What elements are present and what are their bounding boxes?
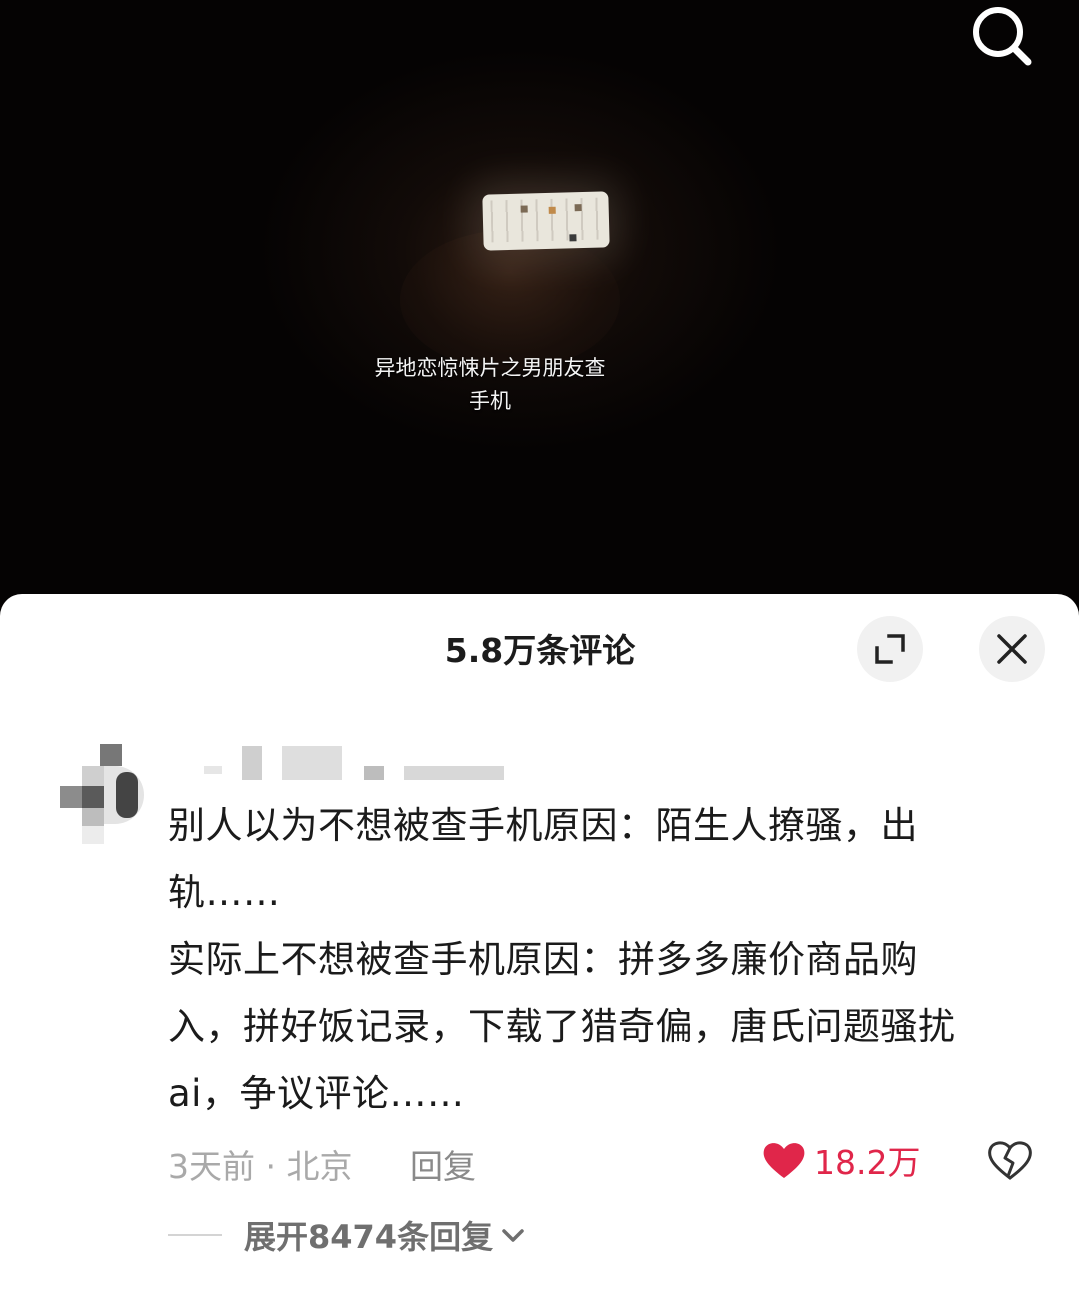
video-phone-screen: [482, 191, 610, 251]
search-button[interactable]: [966, 0, 1038, 72]
expand-replies-button[interactable]: 展开8474条回复: [168, 1212, 527, 1258]
comments-count-title: 5.8万条评论: [444, 631, 636, 670]
expand-replies-label: 展开8474条回复: [244, 1218, 494, 1256]
commenter-avatar[interactable]: [60, 744, 144, 844]
expand-icon: [875, 634, 905, 664]
expand-divider-line: [168, 1234, 222, 1236]
comment-text: 别人以为不想被查手机原因：陌生人撩骚，出 轨…… 实际上不想被查手机原因：拼多多…: [168, 804, 956, 1115]
video-caption-line1: 异地恋惊悚片之男朋友查: [374, 356, 606, 380]
reply-button[interactable]: 回复: [410, 1140, 476, 1188]
comments-panel: 5.8万条评论 别人以为不想被查手机原因：陌生人撩骚，出 轨…… 实际上不想被查…: [0, 594, 1079, 1296]
video-hand-silhouette: [400, 230, 620, 370]
close-panel-button[interactable]: [979, 616, 1045, 682]
commenter-username-blurred[interactable]: [170, 744, 510, 784]
like-count: 18.2万: [814, 1143, 921, 1182]
broken-heart-icon: [988, 1141, 1032, 1180]
expand-panel-button[interactable]: [857, 616, 923, 682]
like-button[interactable]: 18.2万: [762, 1136, 920, 1184]
dislike-button[interactable]: [986, 1136, 1034, 1184]
heart-filled-icon: [763, 1143, 805, 1178]
video-caption: 异地恋惊悚片之男朋友查 手机: [340, 352, 640, 418]
search-icon: [973, 7, 1032, 66]
close-icon: [997, 634, 1027, 664]
comment-time-location: 3天前 · 北京: [168, 1147, 353, 1186]
video-player[interactable]: 异地恋惊悚片之男朋友查 手机: [0, 0, 1079, 620]
chevron-down-icon: [502, 1229, 524, 1242]
video-caption-line2: 手机: [469, 389, 511, 413]
